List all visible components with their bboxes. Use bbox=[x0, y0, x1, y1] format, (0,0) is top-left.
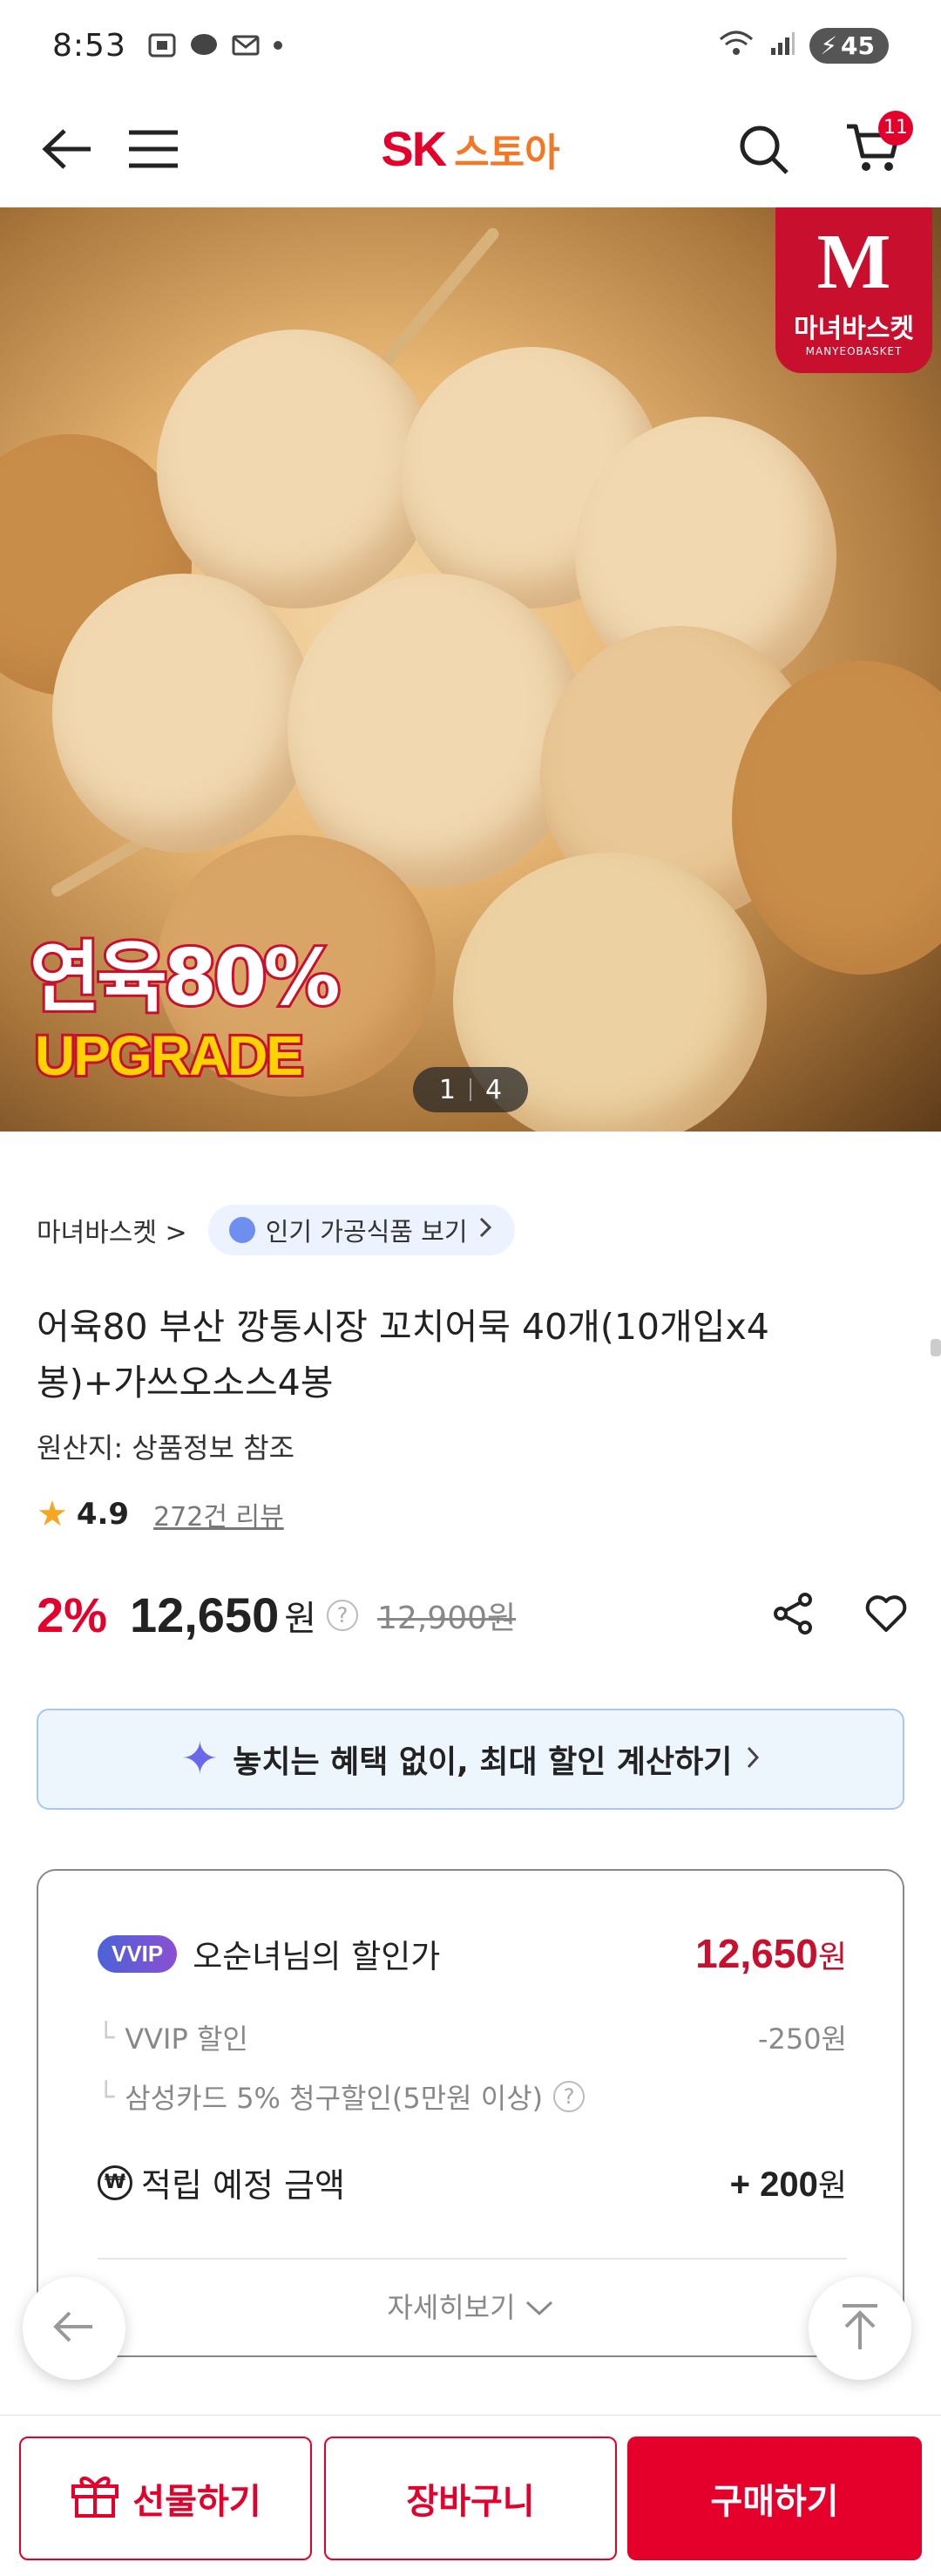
discount-line-label: VVIP 할인 bbox=[125, 2022, 248, 2056]
chevron-down-icon bbox=[525, 2291, 554, 2324]
vip-badge: VVIP bbox=[98, 1934, 178, 1973]
screenshot-icon bbox=[147, 32, 177, 58]
chevron-right-icon bbox=[746, 1745, 760, 1773]
brand-badge-text: 마녀바스켓 bbox=[794, 314, 914, 344]
won-coin-icon: ₩ bbox=[98, 2165, 132, 2200]
price-unit: 원 bbox=[284, 1598, 317, 1639]
dot-icon bbox=[273, 32, 283, 58]
discount-line-label: 삼성카드 5% 청구할인(5만원 이상) bbox=[125, 2082, 544, 2115]
scrollbar-thumb[interactable] bbox=[931, 1339, 941, 1356]
brand-badge-en: MANYEOBASKET bbox=[805, 345, 903, 357]
cart-button[interactable]: 11 bbox=[840, 110, 913, 182]
points-row: ₩ 적립 예정 금액 + 200원 bbox=[98, 2158, 847, 2206]
gift-button[interactable]: 선물하기 bbox=[19, 2437, 312, 2560]
promo-line2: UPGRADE bbox=[32, 1022, 306, 1090]
card-discount-help-icon[interactable]: ? bbox=[553, 2081, 586, 2112]
arrow-up-icon bbox=[841, 2302, 879, 2355]
menu-icon[interactable] bbox=[120, 116, 186, 182]
chat-icon bbox=[189, 32, 219, 58]
mail-icon bbox=[231, 32, 261, 58]
member-price-row: VVIP 오순녀님의 할인가 12,650원 bbox=[98, 1930, 847, 1977]
battery-level: 45 bbox=[841, 31, 875, 60]
status-time: 8:53 bbox=[52, 27, 126, 64]
scroll-to-top-button[interactable] bbox=[809, 2277, 911, 2380]
bolt-icon: ⚡ bbox=[820, 31, 838, 60]
sparkle-icon: ✦ bbox=[180, 1733, 220, 1785]
brand-row: 마녀바스켓 > 인기 가공식품 보기 bbox=[37, 1205, 515, 1255]
card-divider bbox=[98, 2258, 847, 2260]
add-to-cart-label: 장바구니 bbox=[406, 2482, 535, 2522]
brand-logo-badge: M 마녀바스켓 MANYEOBASKET bbox=[775, 207, 932, 373]
brand-mark-icon: M bbox=[816, 219, 891, 305]
signal-icon bbox=[769, 31, 795, 60]
points-label: 적립 예정 금액 bbox=[141, 2166, 345, 2205]
total-pages: 4 bbox=[485, 1074, 503, 1105]
rating-row: ★ 4.9 272건 리뷰 bbox=[37, 1494, 284, 1534]
share-icon[interactable] bbox=[772, 1592, 816, 1639]
discount-line-amount: -250원 bbox=[757, 2022, 847, 2056]
sk-store-logo[interactable]: SK 스토아 bbox=[381, 120, 559, 177]
points-value: + 200원 bbox=[730, 2160, 847, 2206]
product-title: 어육80 부산 깡통시장 꼬치어묵 40개(10개입x4봉)+가쓰오소스4봉 bbox=[37, 1306, 769, 1404]
add-to-cart-button[interactable]: 장바구니 bbox=[324, 2437, 617, 2560]
buy-now-label: 구매하기 bbox=[710, 2482, 839, 2522]
member-price-label: 오순녀님의 할인가 bbox=[193, 1938, 441, 1975]
benefit-label: 놓치는 혜택 없이, 최대 할인 계산하기 bbox=[233, 1744, 733, 1780]
back-arrow-icon bbox=[52, 2309, 96, 2348]
discount-card: VVIP 오순녀님의 할인가 12,650원 └ VVIP 할인 -250원 └… bbox=[37, 1869, 904, 2357]
brand-name: 마녀바스켓 bbox=[37, 1218, 157, 1248]
category-pill-label: 인기 가공식품 보기 bbox=[265, 1217, 468, 1247]
chevron-right-icon bbox=[478, 1215, 492, 1245]
price-row: 2% 12,650 원 ? 12,900원 bbox=[37, 1587, 908, 1643]
gift-icon bbox=[70, 2471, 120, 2526]
promo-sticker: 연육80% UPGRADE bbox=[0, 930, 383, 1132]
promo-line1: 연육80% bbox=[27, 930, 343, 1025]
member-price-value: 12,650 bbox=[695, 1931, 818, 1976]
wishlist-heart-icon[interactable] bbox=[864, 1594, 908, 1637]
app-header: SK 스토아 11 bbox=[0, 91, 941, 207]
member-price-unit: 원 bbox=[817, 1939, 847, 1974]
indicator-separator bbox=[470, 1078, 471, 1101]
status-bar: 8:53 ⚡ 45 bbox=[0, 0, 941, 91]
star-icon: ★ bbox=[37, 1494, 68, 1534]
points-amount: + 200 bbox=[729, 2165, 818, 2204]
notification-icons bbox=[147, 32, 283, 58]
wifi-icon bbox=[717, 29, 755, 62]
points-unit: 원 bbox=[817, 2166, 847, 2203]
logo-store: 스토아 bbox=[454, 131, 560, 175]
benefit-calculator-button[interactable]: ✦ 놓치는 혜택 없이, 최대 할인 계산하기 bbox=[37, 1709, 904, 1810]
category-pill[interactable]: 인기 가공식품 보기 bbox=[207, 1205, 515, 1255]
discount-line: └ VVIP 할인 -250원 bbox=[98, 2017, 847, 2057]
member-price: 12,650원 bbox=[695, 1930, 847, 1977]
more-details-label: 자세히보기 bbox=[387, 2291, 516, 2324]
cart-badge: 11 bbox=[878, 110, 913, 146]
review-link[interactable]: 272건 리뷰 bbox=[153, 1495, 284, 1533]
original-price: 12,900원 bbox=[377, 1600, 517, 1636]
gift-label: 선물하기 bbox=[132, 2482, 261, 2522]
brand-link[interactable]: 마녀바스켓 > bbox=[37, 1211, 187, 1249]
origin-text: 원산지: 상품정보 참조 bbox=[37, 1431, 295, 1465]
image-page-indicator: 1 4 bbox=[413, 1067, 528, 1112]
discount-rate: 2% bbox=[37, 1587, 107, 1642]
floating-back-button[interactable] bbox=[23, 2277, 125, 2380]
battery-indicator: ⚡ 45 bbox=[809, 27, 889, 64]
rating-score: 4.9 bbox=[76, 1497, 130, 1532]
price-help-icon[interactable]: ? bbox=[327, 1599, 359, 1631]
sale-price: 12,650 bbox=[129, 1587, 280, 1642]
current-page: 1 bbox=[438, 1074, 456, 1105]
discount-line: └ 삼성카드 5% 청구할인(5만원 이상) ? bbox=[98, 2076, 847, 2117]
logo-sk: SK bbox=[381, 121, 447, 176]
brand-chevron: > bbox=[165, 1218, 187, 1248]
back-arrow-icon[interactable] bbox=[35, 116, 101, 182]
more-details-button[interactable]: 자세히보기 bbox=[38, 2286, 903, 2326]
medal-icon bbox=[228, 1217, 255, 1243]
search-icon[interactable] bbox=[730, 116, 796, 182]
bottom-action-bar: 선물하기 장바구니 구매하기 bbox=[0, 2415, 941, 2576]
buy-now-button[interactable]: 구매하기 bbox=[627, 2437, 922, 2560]
product-image-carousel[interactable]: M 마녀바스켓 MANYEOBASKET 연육80% UPGRADE 1 4 bbox=[0, 207, 941, 1132]
